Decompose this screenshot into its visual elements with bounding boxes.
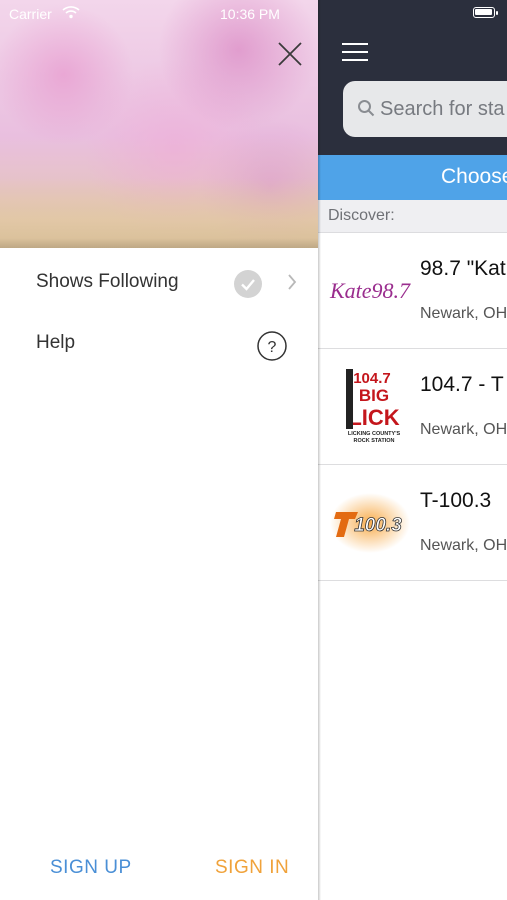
station-name: 98.7 "Kat	[420, 257, 506, 280]
drawer-item-shows-following[interactable]: Shows Following	[0, 255, 318, 311]
svg-text:LICK: LICK	[348, 405, 399, 430]
svg-text:100.3: 100.3	[354, 515, 402, 536]
search-icon	[358, 100, 375, 117]
drawer-header-image: Carrier 10:36 PM	[0, 0, 318, 248]
svg-text:?: ?	[268, 339, 277, 356]
station-logo-big-lick: 104.7 BIG LICK LICKING COUNTY'S ROCK STA…	[346, 367, 401, 445]
station-location: Newark, OH	[420, 305, 507, 322]
battery-icon	[473, 7, 498, 18]
drawer-item-label: Help	[36, 332, 76, 353]
search-input[interactable]: Search for sta	[343, 81, 507, 137]
hamburger-menu-icon[interactable]	[342, 41, 370, 63]
main-screen: Search for sta Choose Discover: Kate98.7…	[318, 0, 507, 900]
discover-label: Discover:	[328, 207, 395, 224]
station-logo-t100: 100.3	[330, 493, 410, 553]
carrier-label: Carrier	[9, 6, 52, 22]
sign-in-button[interactable]: SIGN IN	[215, 857, 289, 879]
station-row[interactable]: 104.7 BIG LICK LICKING COUNTY'S ROCK STA…	[318, 349, 507, 465]
station-logo-kate: Kate98.7	[329, 278, 411, 303]
station-row[interactable]: 100.3 T-100.3 Newark, OH	[318, 465, 507, 581]
sign-up-button[interactable]: SIGN UP	[50, 857, 132, 879]
close-icon[interactable]	[276, 40, 304, 68]
svg-text:ROCK STATION: ROCK STATION	[353, 438, 394, 444]
svg-text:LICKING COUNTY'S: LICKING COUNTY'S	[348, 431, 401, 437]
search-placeholder: Search for sta	[380, 98, 505, 120]
discover-section-header: Discover:	[318, 200, 507, 233]
status-time: 10:36 PM	[220, 6, 280, 22]
station-name: T-100.3	[420, 489, 492, 512]
svg-text:BIG: BIG	[359, 386, 389, 405]
wifi-icon	[62, 6, 80, 19]
station-row[interactable]: Kate98.7 98.7 "Kat Newark, OH	[318, 233, 507, 349]
choose-button[interactable]: Choose	[318, 155, 507, 200]
drawer-item-help[interactable]: Help ?	[0, 316, 318, 372]
station-location: Newark, OH	[420, 421, 507, 438]
choose-label: Choose	[441, 165, 507, 188]
check-circle-icon	[234, 270, 262, 298]
main-header: Search for sta	[318, 0, 507, 155]
svg-text:Kate98.7: Kate98.7	[329, 278, 411, 303]
header-shade	[0, 238, 318, 248]
question-circle-icon: ?	[257, 331, 287, 361]
chevron-right-icon	[288, 274, 297, 290]
station-location: Newark, OH	[420, 537, 507, 554]
station-name: 104.7 - T	[420, 373, 504, 396]
side-drawer: Carrier 10:36 PM Shows Following Help ? …	[0, 0, 318, 900]
drawer-item-label: Shows Following	[36, 271, 179, 292]
svg-text:104.7: 104.7	[353, 370, 391, 387]
